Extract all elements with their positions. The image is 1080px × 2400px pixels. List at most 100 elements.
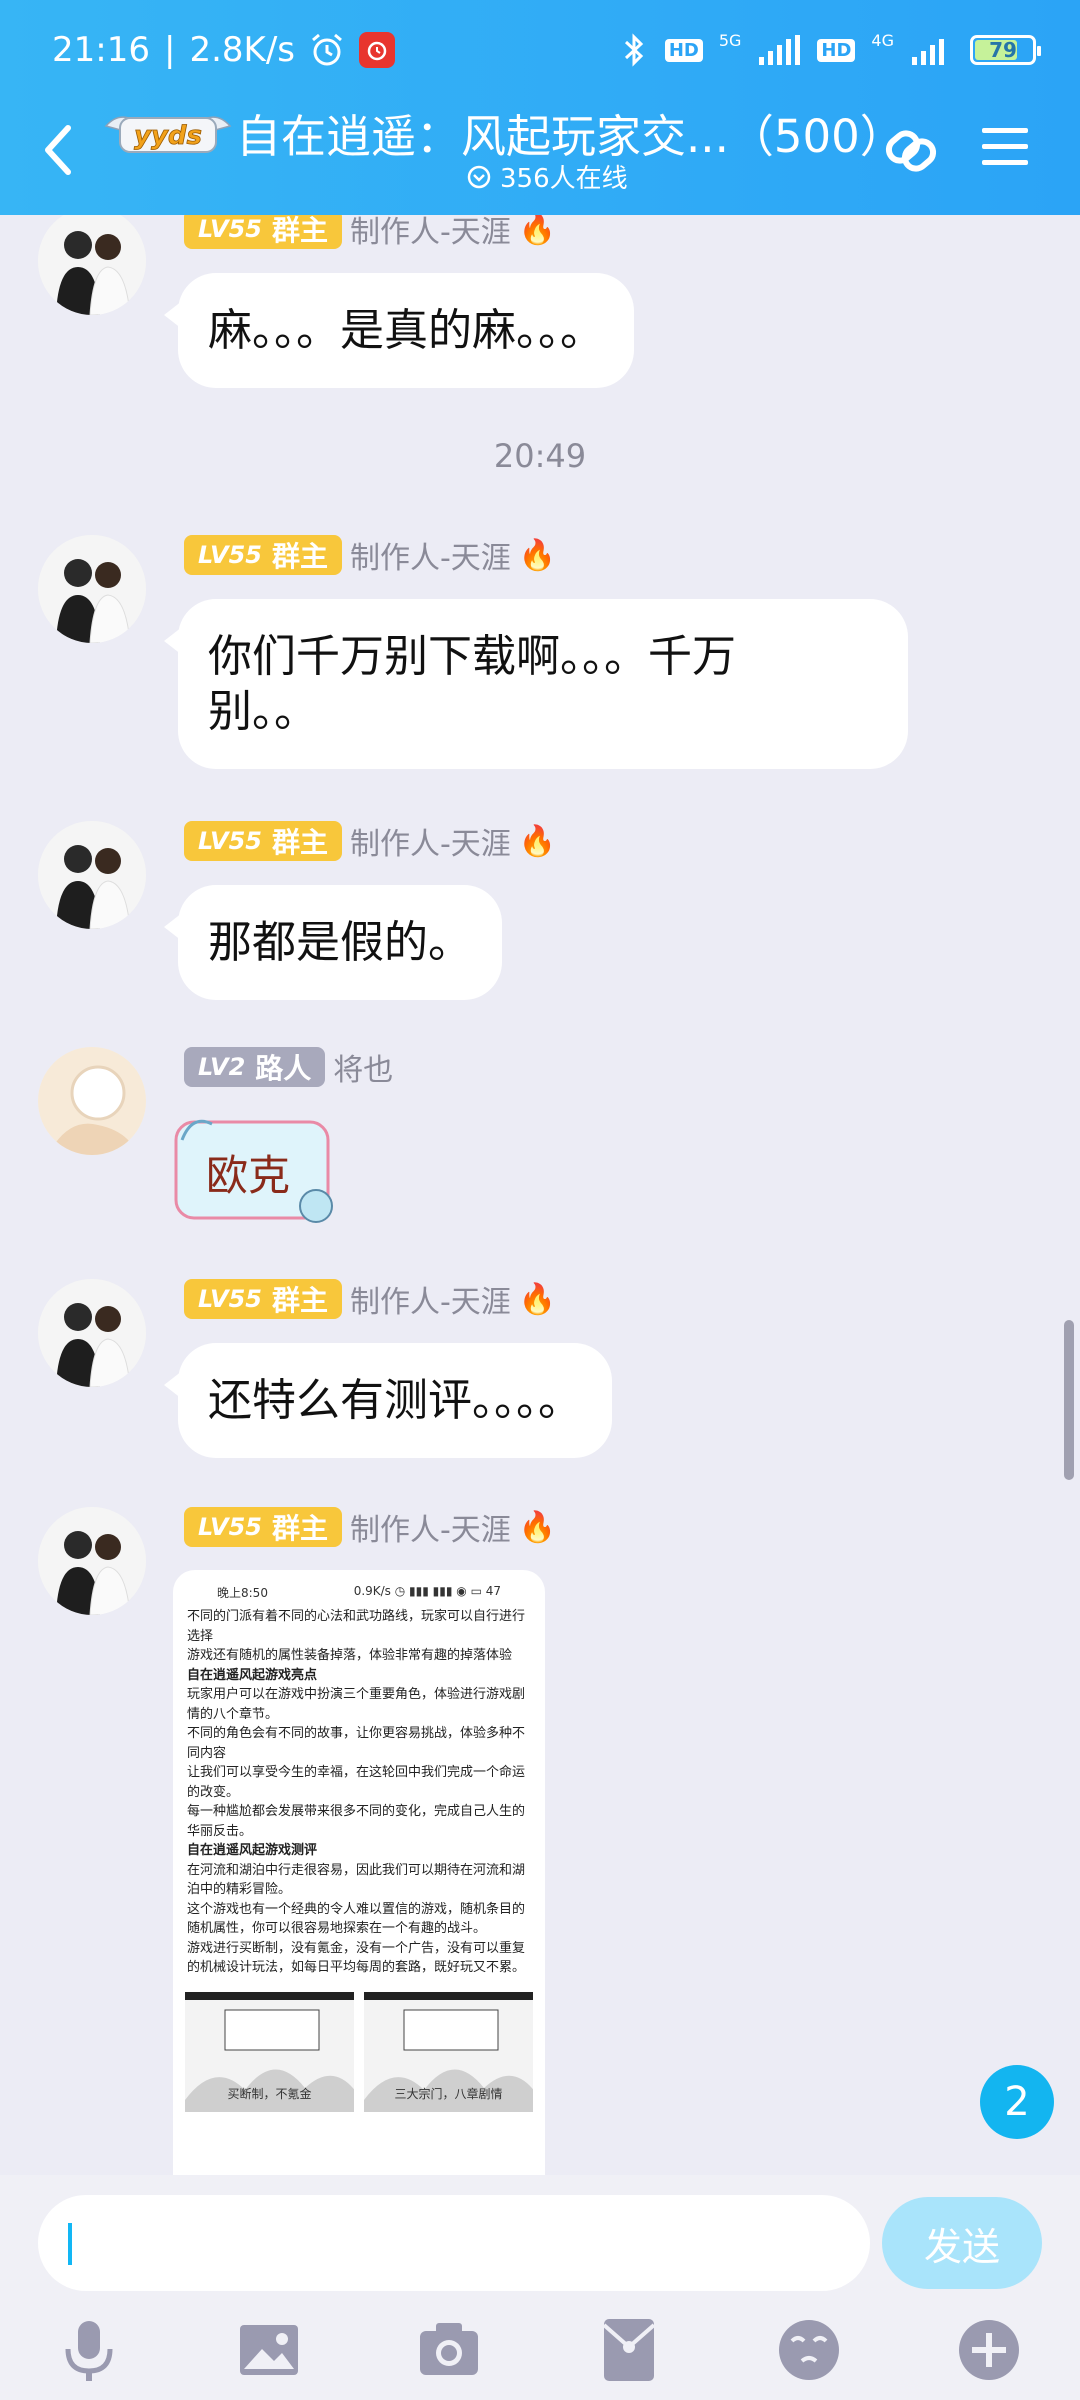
camera-icon[interactable] bbox=[414, 2315, 484, 2385]
role-label: 群主 bbox=[271, 540, 328, 573]
shot-text-line: 的改变。 bbox=[187, 1784, 240, 1800]
role-label: 群主 bbox=[271, 1284, 328, 1317]
avatar[interactable] bbox=[38, 1507, 146, 1615]
member-badge: LV55 群主 bbox=[184, 535, 342, 575]
sender-name[interactable]: 制作人-天涯 bbox=[350, 533, 511, 577]
share-link-icon[interactable] bbox=[876, 114, 946, 184]
online-count: 356人在线 bbox=[500, 164, 628, 194]
shot-text-line: 泊中的精彩冒险。 bbox=[187, 1882, 292, 1897]
scrollbar[interactable] bbox=[1064, 1320, 1074, 1480]
unread-count-badge[interactable]: 2 bbox=[980, 2065, 1054, 2139]
battery-level: 79 bbox=[989, 38, 1017, 62]
hd-badge-1: HD bbox=[664, 38, 703, 62]
sender-row: LV55 群主 制作人-天涯 🔥 bbox=[184, 1277, 556, 1321]
avatar[interactable] bbox=[38, 535, 146, 643]
level-label: LV55 bbox=[198, 1513, 262, 1541]
message-bubble[interactable]: 那都是假的。 bbox=[164, 885, 502, 1000]
yyds-logo-text: yyds bbox=[134, 121, 202, 151]
shot-text-line: 在河流和湖泊中行走很容易，因此我们可以期待在河流和湖 bbox=[187, 1862, 526, 1878]
sender-name[interactable]: 制作人-天涯 bbox=[350, 1505, 511, 1549]
group-title[interactable]: 自在逍遥：风起玩家交...（500） bbox=[236, 100, 905, 165]
image-icon[interactable] bbox=[234, 2315, 304, 2385]
bluetooth-icon bbox=[624, 33, 643, 67]
fire-icon: 🔥 bbox=[518, 1509, 557, 1545]
red-packet-icon[interactable] bbox=[594, 2315, 664, 2385]
shot-status-bar: 晚上8:50 0.9K/s ◷ ▮▮▮ ▮▮▮ ◉ ▭ 47 bbox=[183, 1584, 535, 1607]
voice-icon[interactable] bbox=[54, 2315, 124, 2385]
message-text-line: 你们千万别下载啊。。。千万 bbox=[208, 631, 736, 682]
shot-text-line: 的机械设计玩法，如每日平均每周的套路，既好玩又不累。 bbox=[187, 1960, 526, 1975]
shot-caption: 三大宗门，八章剧情 bbox=[394, 2086, 503, 2101]
member-badge: LV55 群主 bbox=[184, 821, 342, 861]
shot-text: 不同的门派有着不同的心法和武功路线，玩家可以自行进行 选择游戏还有随机的属性装备掉… bbox=[183, 1607, 535, 1978]
shot-text-line: 每一种尴尬都会发展带来很多不同的变化，完成自己人生的 bbox=[187, 1804, 526, 1819]
shot-thumbnail: 三大宗门，八章剧情 bbox=[364, 1991, 533, 2112]
sender-name[interactable]: 制作人-天涯 bbox=[350, 819, 511, 863]
online-status[interactable]: 356人在线 bbox=[466, 158, 628, 195]
toolbar bbox=[0, 2315, 1080, 2395]
message-bubble[interactable]: 麻。。。是真的麻。。。 bbox=[164, 273, 634, 388]
shot-text-line: 情的八个章节。 bbox=[187, 1706, 279, 1722]
message-bubble[interactable]: 还特么有测评。。。。 bbox=[164, 1343, 612, 1458]
shot-text-line: 这个游戏也有一个经典的令人难以置信的游戏，随机条目的 bbox=[187, 1901, 526, 1917]
member-badge: LV2 路人 bbox=[184, 1047, 326, 1087]
hd-badge-2: HD bbox=[817, 38, 856, 62]
status-speed: 2.8K/s bbox=[189, 30, 295, 70]
sender-row: LV2 路人 将也 bbox=[184, 1045, 393, 1089]
status-time: 21:16 bbox=[52, 30, 150, 70]
role-label: 路人 bbox=[255, 1052, 312, 1085]
level-label: LV55 bbox=[198, 541, 262, 569]
message-bubble[interactable]: 你们千万别下载啊。。。千万 别。。 bbox=[164, 599, 908, 769]
shot-text-line: 游戏进行买断制，没有氪金，没有一个广告，没有可以重复 bbox=[187, 1940, 526, 1956]
shot-images: 买断制，不氪金 三大宗门，八章剧情 bbox=[183, 1991, 535, 2112]
shot-text-line: 让我们可以享受今生的幸福，在这轮回中我们完成一个命运 bbox=[187, 1765, 526, 1780]
shot-text-line: 自在逍遥风起游戏测评 bbox=[187, 1843, 318, 1858]
shot-text-line: 不同的角色会有不同的故事，让你更容易挑战，体验多种不 bbox=[187, 1726, 526, 1741]
plus-icon[interactable] bbox=[954, 2315, 1024, 2385]
sticker-text: 欧克 bbox=[206, 1151, 291, 1200]
level-label: LV55 bbox=[198, 827, 262, 855]
status-separator: | bbox=[163, 30, 176, 70]
menu-icon[interactable] bbox=[980, 122, 1030, 172]
role-label: 群主 bbox=[271, 826, 328, 859]
shot-status-right: 0.9K/s ◷ ▮▮▮ ▮▮▮ ◉ ▭ 47 bbox=[353, 1584, 501, 1598]
shot-caption: 买断制，不氪金 bbox=[227, 2086, 312, 2101]
level-label: LV2 bbox=[198, 1053, 246, 1081]
avatar[interactable] bbox=[38, 1279, 146, 1387]
fire-icon: 🔥 bbox=[518, 537, 557, 573]
message-text-line: 别。。 bbox=[208, 686, 318, 737]
battery-icon: 79 bbox=[970, 35, 1041, 65]
emoji-icon[interactable] bbox=[774, 2315, 844, 2385]
fire-icon: 🔥 bbox=[518, 823, 557, 859]
header: 21:16 | 2.8K/s HD 5G HD 4G 79 yyds 自在逍遥：… bbox=[0, 0, 1080, 215]
back-icon[interactable] bbox=[36, 120, 80, 180]
shot-text-line: 华丽反击。 bbox=[187, 1823, 253, 1839]
send-button[interactable]: 发送 bbox=[882, 2197, 1042, 2289]
sender-name[interactable]: 制作人-天涯 bbox=[350, 1277, 511, 1321]
avatar[interactable] bbox=[38, 215, 146, 315]
sender-name[interactable]: 制作人-天涯 bbox=[350, 215, 511, 251]
shot-text-line: 不同的门派有着不同的心法和武功路线，玩家可以自行进行 bbox=[187, 1609, 526, 1624]
message-input[interactable] bbox=[38, 2195, 870, 2291]
level-label: LV55 bbox=[198, 1285, 262, 1313]
level-label: LV55 bbox=[198, 215, 262, 243]
avatar[interactable] bbox=[38, 821, 146, 929]
signal-icon-1 bbox=[759, 35, 801, 65]
avatar[interactable] bbox=[38, 1047, 146, 1155]
nav-row: yyds 自在逍遥：风起玩家交...（500） 356人在线 bbox=[0, 100, 1080, 215]
sender-row: LV55 群主 制作人-天涯 🔥 bbox=[184, 819, 556, 863]
sender-row: LV55 群主 制作人-天涯 🔥 bbox=[184, 215, 556, 251]
signal-icon-2 bbox=[912, 39, 944, 65]
app-notification-icon bbox=[359, 32, 395, 68]
shot-text-line: 游戏还有随机的属性装备掉落，体验非常有趣的掉落体验 bbox=[187, 1648, 513, 1663]
sender-name[interactable]: 将也 bbox=[333, 1045, 393, 1089]
shot-text-line: 选择 bbox=[187, 1628, 214, 1644]
member-badge: LV55 群主 bbox=[184, 215, 342, 249]
shot-text-line: 随机属性，你可以很容易地探索在一个有趣的战斗。 bbox=[187, 1921, 487, 1936]
sticker-message[interactable]: 欧克 bbox=[172, 1110, 342, 1225]
alarm-icon bbox=[312, 33, 342, 66]
member-badge: LV55 群主 bbox=[184, 1507, 342, 1547]
net-type-2: 4G bbox=[871, 30, 894, 50]
shot-text-line: 自在逍遥风起游戏亮点 bbox=[187, 1667, 318, 1683]
fire-icon: 🔥 bbox=[518, 215, 557, 247]
